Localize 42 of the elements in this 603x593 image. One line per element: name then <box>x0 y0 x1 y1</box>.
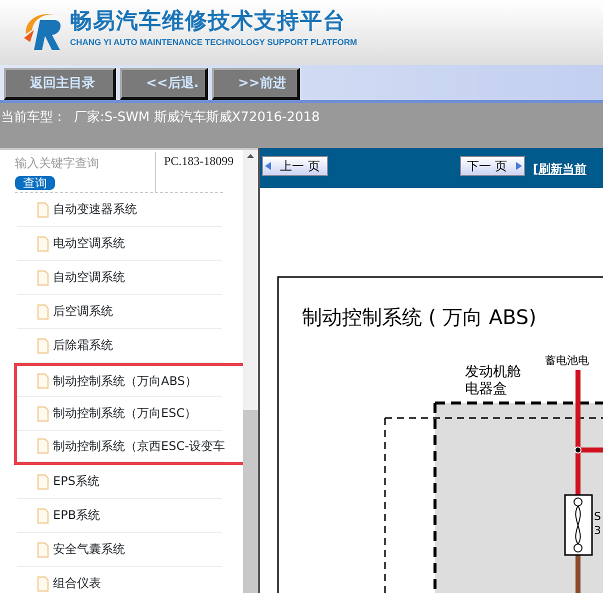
fuse-label: 3 <box>594 524 601 537</box>
right-arrow-icon <box>514 161 523 171</box>
menu-item[interactable]: 电动空调系统 <box>14 227 243 261</box>
document-icon <box>37 373 49 389</box>
document-icon <box>37 304 49 320</box>
part-code: PC.183-18099 <box>155 152 234 192</box>
fuse-symbol <box>564 494 593 556</box>
site-title: 畅易汽车维修技术支持平台 <box>70 8 347 36</box>
menu-item[interactable]: 后除霜系统 <box>14 329 243 363</box>
document-icon <box>37 438 49 454</box>
menu-item[interactable]: EPS系统 <box>14 465 243 499</box>
prev-page-button[interactable]: 上一 页 <box>262 156 328 176</box>
next-page-button[interactable]: 下一 页 <box>460 156 525 176</box>
menu-item[interactable]: 自动变速器系统 <box>14 193 243 227</box>
document-icon <box>37 508 49 524</box>
box-label: 电器盒 <box>465 381 507 397</box>
menu-item[interactable]: 组合仪表 <box>14 567 243 593</box>
document-icon <box>37 474 49 490</box>
document-icon <box>37 270 49 286</box>
document-icon <box>37 542 49 558</box>
document-icon <box>37 202 49 218</box>
document-icon <box>37 338 49 354</box>
refresh-link[interactable]: [刷新当前 <box>532 160 586 178</box>
left-arrow-icon <box>264 161 272 171</box>
menu-item[interactable]: 后空调系统 <box>14 295 243 329</box>
menu-item[interactable]: 自动空调系统 <box>14 261 243 295</box>
circuit-wire <box>576 555 580 593</box>
scrollbar[interactable] <box>243 150 258 593</box>
menu-item[interactable]: 安全气囊系统 <box>14 533 243 567</box>
vehicle-label: 当前车型： <box>1 109 66 127</box>
wire-label: 蓄电池电 <box>545 354 589 367</box>
document-icon <box>37 576 49 592</box>
site-subtitle: CHANG YI AUTO MAINTENANCE TECHNOLOGY SUPPORT PLATFORM <box>70 36 358 49</box>
fuse-label: S <box>594 510 601 523</box>
menu-item[interactable]: EPB系统 <box>14 499 243 533</box>
search-field[interactable]: 输入关键字查询 <box>15 154 155 172</box>
search-button[interactable]: 查询 <box>15 176 55 190</box>
vehicle-value: 厂家:S-SWM 斯威汽车斯威X72016-2018 <box>74 109 320 127</box>
document-icon <box>37 406 49 422</box>
diagram-title: 制动控制系统 ( 万向 ABS) <box>302 305 536 329</box>
document-icon <box>37 236 49 252</box>
box-label: 发动机舱 <box>465 364 521 380</box>
